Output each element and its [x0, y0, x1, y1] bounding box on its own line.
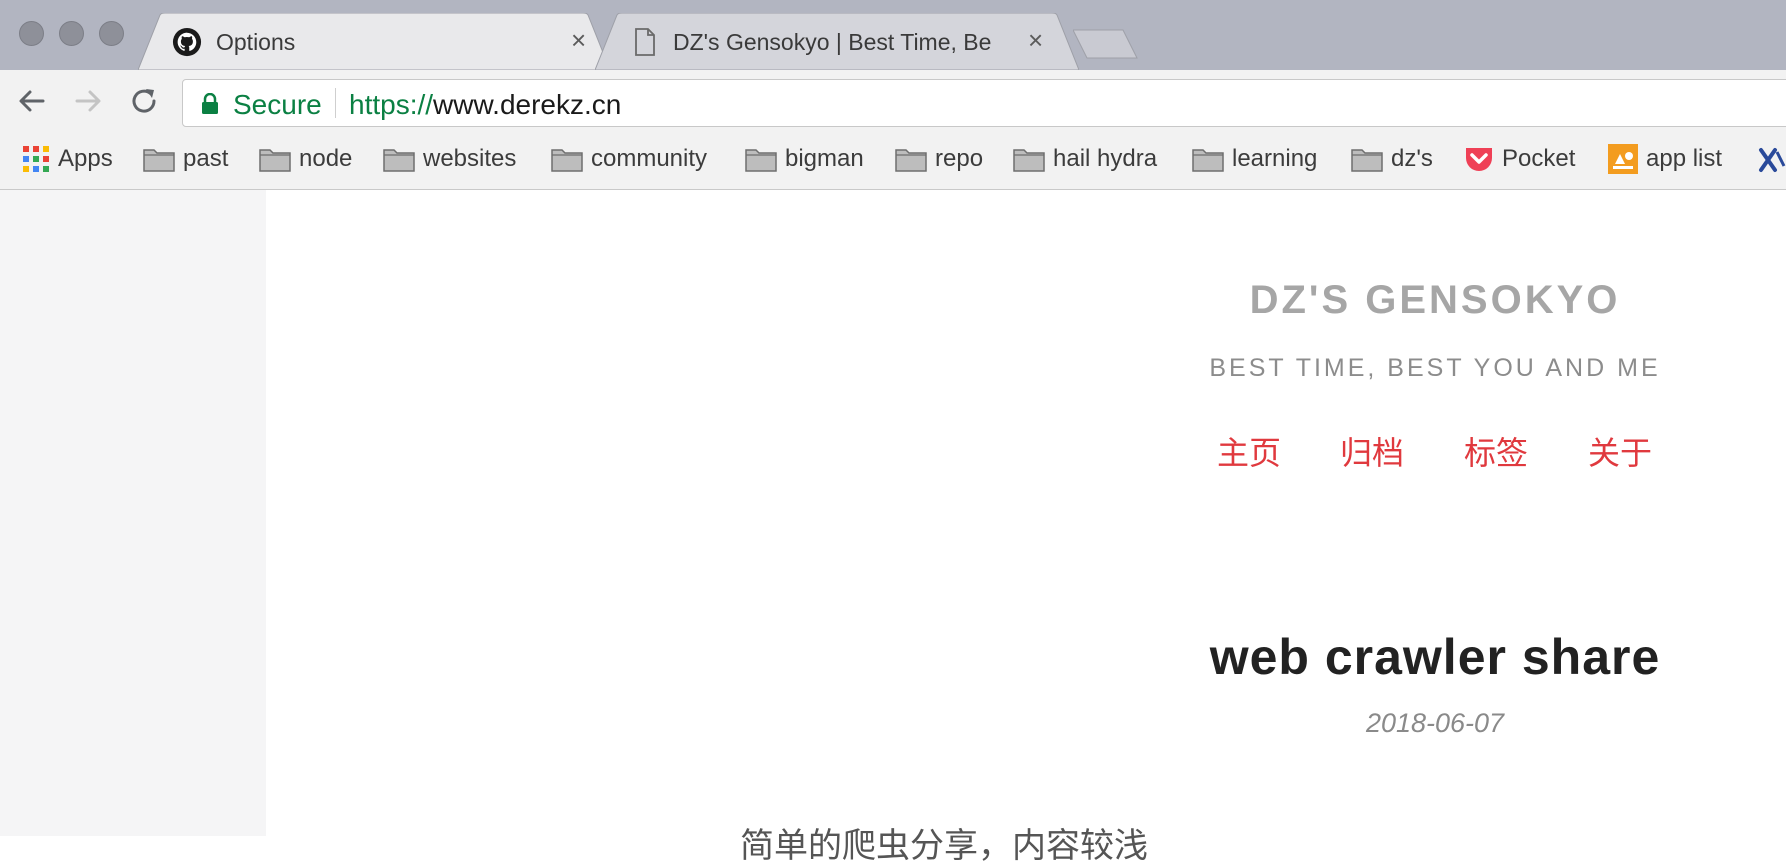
truncated-bookmark-icon[interactable] [1757, 146, 1786, 174]
tab-title: Options [216, 29, 296, 55]
bookmark-label: websites [423, 145, 517, 172]
tab-options[interactable]: Options × [138, 13, 610, 70]
bookmarks-bar: Apps past node websites community bigman… [0, 130, 1786, 190]
minimize-window-button[interactable] [59, 21, 84, 46]
site-title[interactable]: DZ'S GENSOKYO [1185, 278, 1685, 323]
bookmark-folder-dzs[interactable]: dz's [1351, 144, 1433, 174]
folder-icon [745, 149, 777, 172]
github-icon [172, 27, 202, 57]
folder-icon [551, 149, 583, 172]
bookmark-label: dz's [1391, 145, 1433, 172]
close-tab-icon[interactable]: × [571, 27, 586, 53]
site-subtitle: BEST TIME, BEST YOU AND ME [1209, 354, 1661, 382]
address-separator [335, 88, 336, 118]
post-excerpt: 简单的爬虫分享，内容较浅 [740, 827, 1148, 865]
nav-link-home[interactable]: 主页 [1217, 428, 1281, 474]
close-tab-icon[interactable]: × [1028, 27, 1043, 53]
bookmark-label: Apps [58, 145, 113, 172]
bookmark-apps[interactable]: Apps [22, 144, 113, 174]
bookmark-label: repo [935, 145, 984, 172]
bookmark-label: community [591, 145, 708, 172]
address-bar[interactable]: Secure https://www.derekz.cn [182, 79, 1786, 127]
folder-icon [143, 149, 175, 172]
bookmark-folder-bigman[interactable]: bigman [745, 144, 864, 174]
nav-link-archive[interactable]: 归档 [1340, 428, 1404, 474]
nav-link-about[interactable]: 关于 [1588, 428, 1652, 474]
zoom-window-button[interactable] [99, 21, 124, 46]
lock-icon [202, 93, 218, 114]
bookmark-folder-hail-hydra[interactable]: hail hydra [1013, 144, 1157, 174]
tab-title: DZ's Gensokyo | Best Time, Be [673, 29, 992, 55]
bookmark-app-list[interactable]: app list [1608, 144, 1722, 174]
close-window-button[interactable] [19, 21, 44, 46]
browser-toolbar: Secure https://www.derekz.cn [0, 70, 1786, 130]
new-tab-button[interactable] [1073, 28, 1139, 60]
url-host: www.derekz.cn [433, 89, 622, 120]
url-scheme: https:// [349, 89, 434, 120]
post-title[interactable]: web crawler share [1135, 628, 1735, 686]
forward-arrow-icon[interactable] [71, 84, 105, 118]
page-content: DZ'S GENSOKYO BEST TIME, BEST YOU AND ME… [0, 190, 1786, 865]
post-date: 2018-06-07 [1365, 708, 1505, 738]
bookmark-folder-node[interactable]: node [259, 144, 352, 174]
bookmark-folder-websites[interactable]: websites [383, 144, 516, 174]
bookmark-folder-past[interactable]: past [143, 144, 228, 174]
bookmark-folder-repo[interactable]: repo [895, 144, 983, 174]
folder-icon [1013, 149, 1045, 172]
tab-gensokyo[interactable]: DZ's Gensokyo | Best Time, Be × [595, 13, 1079, 70]
tab-strip: Options × DZ's Gensokyo | Best Time, Be … [0, 0, 1786, 70]
bookmark-label: bigman [785, 145, 864, 172]
pocket-icon [1466, 148, 1492, 171]
bookmark-label: learning [1232, 145, 1318, 172]
folder-icon [1351, 149, 1383, 172]
bookmark-folder-learning[interactable]: learning [1192, 144, 1317, 174]
bookmark-label: Pocket [1502, 145, 1576, 172]
secure-label: Secure [233, 89, 322, 120]
bookmark-pocket[interactable]: Pocket [1464, 144, 1575, 174]
bookmark-label: app list [1646, 145, 1723, 172]
folder-icon [383, 149, 415, 172]
bookmark-label: node [299, 145, 353, 172]
bookmark-label: past [183, 145, 229, 172]
nav-link-tags[interactable]: 标签 [1464, 428, 1528, 474]
page-icon [635, 28, 655, 56]
folder-icon [895, 149, 927, 172]
folder-icon [259, 149, 291, 172]
back-arrow-icon[interactable] [15, 84, 49, 118]
left-gutter [0, 190, 266, 836]
bookmark-label: hail hydra [1053, 145, 1158, 172]
reload-icon[interactable] [127, 84, 161, 118]
app-list-icon [1608, 144, 1638, 174]
bookmark-folder-community[interactable]: community [551, 144, 707, 174]
apps-grid-icon [23, 146, 49, 172]
folder-icon [1192, 149, 1224, 172]
url-text: https://www.derekz.cn [349, 89, 621, 121]
